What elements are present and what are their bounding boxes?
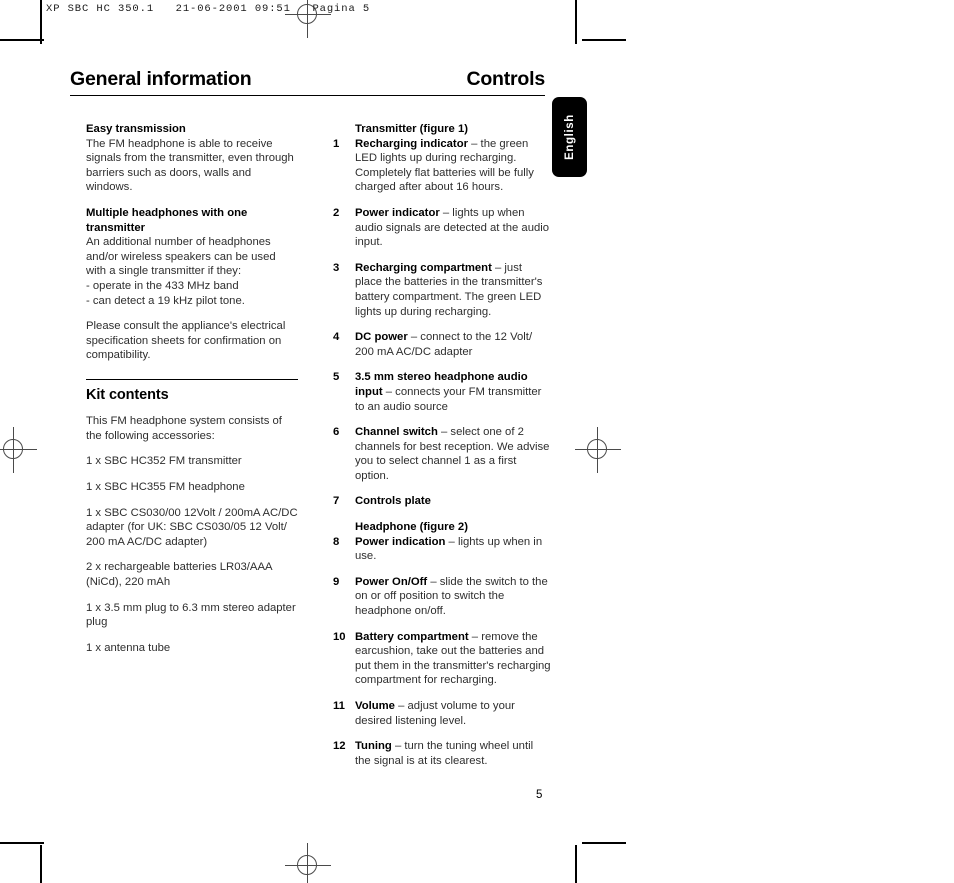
page-title-right: Controls bbox=[466, 68, 545, 90]
control-item: 7 Controls plate bbox=[333, 494, 551, 509]
control-term: Power indicator bbox=[355, 206, 440, 219]
left-column: Easy transmission The FM headphone is ab… bbox=[86, 122, 298, 666]
language-tab-label: English bbox=[563, 114, 576, 160]
crop-mark-top-right-horizontal bbox=[582, 39, 626, 41]
control-term: DC power bbox=[355, 331, 408, 344]
block-multiple-headphones: Multiple headphones with one transmitter… bbox=[86, 206, 298, 308]
control-number: 7 bbox=[333, 495, 340, 508]
transmitter-group-heading: Transmitter (figure 1) bbox=[355, 123, 468, 135]
header-rule bbox=[70, 95, 545, 97]
language-tab: English bbox=[552, 97, 587, 177]
control-number: 2 bbox=[333, 206, 340, 219]
crop-mark-bottom-right-vertical bbox=[575, 845, 577, 883]
control-description: – connects your FM transmitter to an aud… bbox=[355, 385, 542, 413]
kit-contents-intro: This FM headphone system consists of the… bbox=[86, 415, 282, 442]
control-term: Recharging indicator bbox=[355, 137, 468, 150]
control-number: 11 bbox=[333, 700, 345, 712]
control-item: 12 Tuning – turn the tuning wheel until t… bbox=[333, 739, 551, 768]
block-body: The FM headphone is able to receive sign… bbox=[86, 137, 294, 194]
control-item: 9 Power On/Off – slide the switch to the … bbox=[333, 575, 551, 619]
crop-mark-top-left-horizontal bbox=[0, 39, 44, 41]
kit-item: 1 x antenna tube bbox=[86, 641, 171, 654]
crop-mark-top-left-vertical bbox=[40, 0, 42, 44]
prepress-slug-line: XP SBC HC 350.1 21-06-2001 09:51 Pagina … bbox=[46, 3, 371, 15]
page-headings: General information Controls bbox=[70, 68, 545, 91]
control-number: 8 bbox=[333, 535, 340, 548]
control-number: 4 bbox=[333, 331, 340, 344]
kit-item: 1 x SBC HC352 FM transmitter bbox=[86, 455, 242, 468]
control-number: 6 bbox=[333, 426, 340, 439]
kit-item: 1 x SBC HC355 FM headphone bbox=[86, 480, 245, 493]
registration-mark-right bbox=[575, 427, 621, 473]
control-term: Controls plate bbox=[355, 495, 431, 508]
control-item: 4 DC power – connect to the 12 Volt/ 200 … bbox=[333, 330, 551, 359]
control-item: 1 Recharging indicator – the green LED li… bbox=[333, 137, 551, 195]
block-body: Please consult the appliance's electrica… bbox=[86, 320, 286, 362]
control-item: 11 Volume – adjust volume to your desired… bbox=[333, 699, 551, 728]
crop-mark-bottom-left-horizontal bbox=[0, 842, 44, 844]
control-term: Recharging compartment bbox=[355, 261, 492, 274]
block-heading: Easy transmission bbox=[86, 123, 186, 135]
crop-mark-top-right-vertical bbox=[575, 0, 577, 44]
kit-contents-rule bbox=[86, 378, 298, 381]
block-easy-transmission: Easy transmission The FM headphone is ab… bbox=[86, 122, 298, 195]
kit-item: 2 x rechargeable batteries LR03/AAA (NiC… bbox=[86, 561, 272, 588]
page-canvas: XP SBC HC 350.1 21-06-2001 09:51 Pagina … bbox=[0, 0, 954, 883]
registration-mark-left bbox=[0, 427, 37, 473]
control-item: 3 Recharging compartment – just place the… bbox=[333, 261, 551, 319]
kit-item: 1 x SBC CS030/00 12Volt / 200mA AC/DC ad… bbox=[86, 506, 298, 548]
control-number: 10 bbox=[333, 630, 346, 643]
control-number: 9 bbox=[333, 575, 340, 588]
block-heading: Multiple headphones with one transmitter bbox=[86, 206, 248, 234]
control-number: 5 bbox=[333, 371, 340, 384]
control-number: 1 bbox=[333, 137, 340, 150]
block-body: An additional number of headphones and/o… bbox=[86, 236, 276, 307]
block-compatibility-note: Please consult the appliance's electrica… bbox=[86, 319, 298, 363]
page-title-left: General information bbox=[70, 68, 252, 90]
control-item: 6 Channel switch – select one of 2 channe… bbox=[333, 425, 551, 483]
control-term: Tuning bbox=[355, 740, 392, 753]
control-term: Battery compartment bbox=[355, 630, 469, 643]
headphone-group-heading: Headphone (figure 2) bbox=[355, 521, 468, 534]
right-column: Transmitter (figure 1) 1 Recharging indic… bbox=[333, 122, 551, 779]
control-item: 10 Battery compartment – remove the earcu… bbox=[333, 630, 551, 688]
registration-mark-bottom bbox=[285, 843, 331, 883]
control-number: 3 bbox=[333, 261, 340, 274]
control-term: Power indication bbox=[355, 535, 446, 548]
page-number: 5 bbox=[536, 789, 543, 801]
control-number: 12 bbox=[333, 740, 346, 753]
control-item: 8 Power indication – lights up when in us… bbox=[333, 535, 551, 564]
crop-mark-bottom-left-vertical bbox=[40, 845, 42, 883]
control-term: Volume bbox=[355, 700, 395, 712]
crop-mark-bottom-right-horizontal bbox=[582, 842, 626, 844]
control-item: 2 Power indicator – lights up when audio … bbox=[333, 206, 551, 250]
control-term: Channel switch bbox=[355, 426, 438, 439]
control-item: 5 3.5 mm stereo headphone audio input – c… bbox=[333, 370, 551, 414]
kit-item: 1 x 3.5 mm plug to 6.3 mm stereo adapter… bbox=[86, 601, 296, 629]
kit-contents-title: Kit contents bbox=[86, 387, 169, 404]
control-term: Power On/Off bbox=[355, 575, 428, 588]
